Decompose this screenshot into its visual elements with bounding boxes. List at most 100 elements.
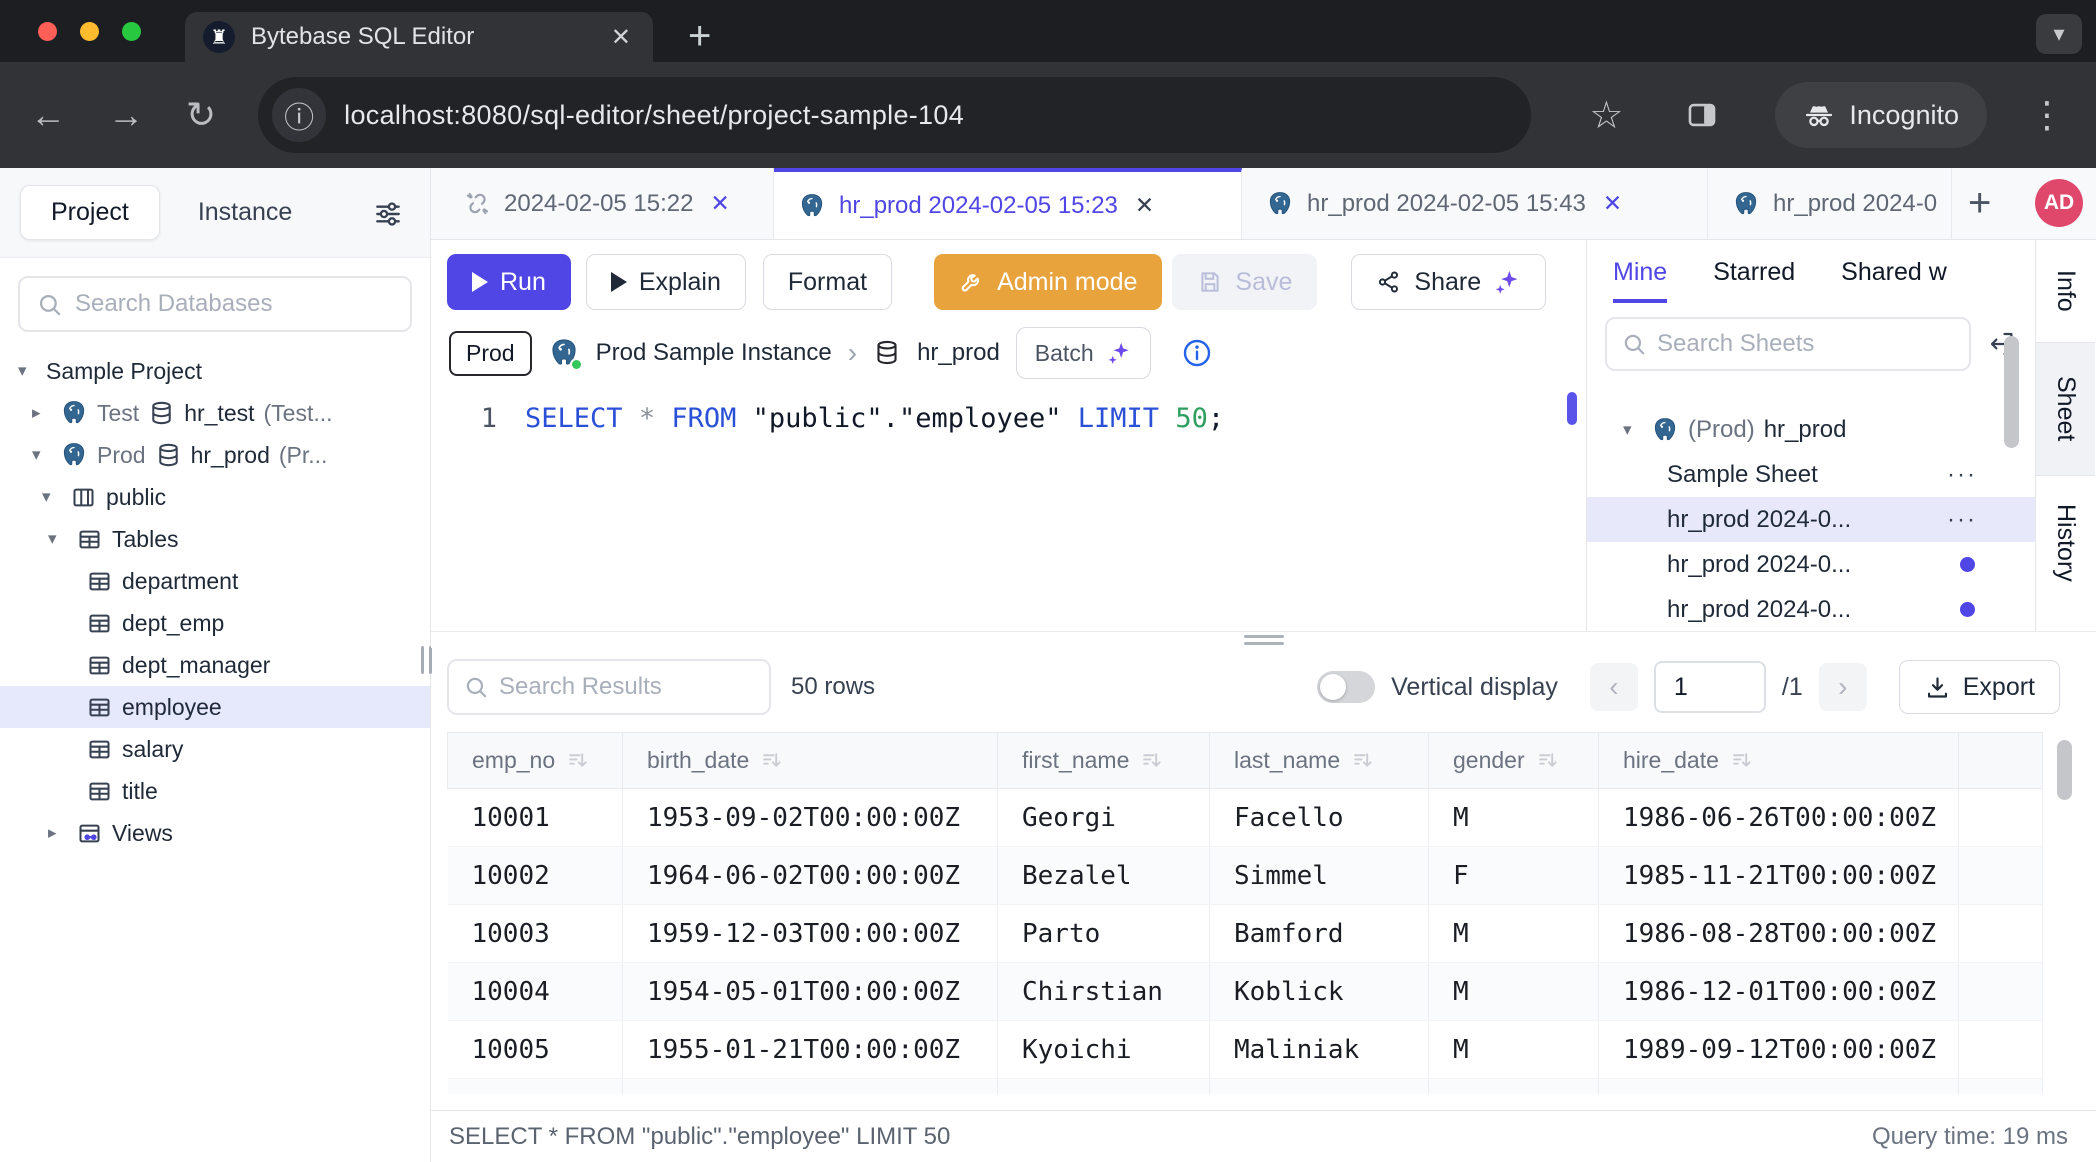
- table-cell[interactable]: 1953-09-02T00:00:00Z: [623, 789, 998, 847]
- tree-item[interactable]: ▾Tables: [0, 518, 430, 560]
- sheet-item[interactable]: hr_prod 2024-0...: [1587, 587, 2035, 631]
- table-cell[interactable]: 1955-01-21T00:00:00Z: [623, 1021, 998, 1079]
- column-header[interactable]: birth_date: [623, 733, 998, 789]
- results-scrollbar-thumb[interactable]: [2057, 740, 2072, 800]
- table-cell[interactable]: M: [1429, 963, 1599, 1021]
- search-sheets-input[interactable]: [1657, 330, 1955, 358]
- table-cell[interactable]: Bezalel: [998, 847, 1210, 905]
- column-header[interactable]: gender: [1429, 733, 1599, 789]
- connection-info-icon[interactable]: [1181, 337, 1213, 369]
- next-page-button[interactable]: ›: [1819, 663, 1867, 711]
- sql-editor[interactable]: 1 SELECT * FROM "public"."employee" LIMI…: [431, 389, 1586, 434]
- table-cell[interactable]: 1986-12-01T00:00:00Z: [1599, 963, 1959, 1021]
- results-resize-divider[interactable]: [431, 632, 2096, 648]
- table-cell[interactable]: 1985-11-21T00:00:00Z: [1599, 847, 1959, 905]
- user-avatar[interactable]: AD: [2035, 179, 2083, 227]
- tree-item[interactable]: employee: [0, 686, 430, 728]
- close-tab-icon[interactable]: ✕: [1599, 188, 1626, 219]
- table-cell[interactable]: Parto: [998, 905, 1210, 963]
- prev-page-button[interactable]: ‹: [1590, 663, 1638, 711]
- table-cell[interactable]: 1986-08-28T00:00:00Z: [1599, 905, 1959, 963]
- site-info-icon[interactable]: ⓘ: [272, 88, 326, 142]
- table-cell[interactable]: Preusig: [1210, 1079, 1429, 1095]
- tree-item[interactable]: salary: [0, 728, 430, 770]
- table-cell[interactable]: 1989-06-02T00:00:00Z: [1599, 1079, 1959, 1095]
- editor-tab[interactable]: hr_prod 2024-0: [1708, 168, 1952, 239]
- chevron-down-icon[interactable]: ▾: [48, 529, 76, 549]
- database-name[interactable]: hr_prod: [917, 339, 1000, 367]
- chevron-down-icon[interactable]: ▾: [18, 361, 46, 381]
- search-results-input[interactable]: [499, 673, 755, 701]
- address-bar[interactable]: ⓘ localhost:8080/sql-editor/sheet/projec…: [258, 77, 1531, 153]
- search-sheets-box[interactable]: [1605, 317, 1971, 371]
- ai-sparkle-icon[interactable]: [1493, 268, 1521, 296]
- bookmark-star-icon[interactable]: ☆: [1589, 93, 1623, 138]
- editor-tab[interactable]: hr_prod 2024-02-05 15:43✕: [1242, 168, 1708, 239]
- table-cell[interactable]: 1954-05-01T00:00:00Z: [623, 963, 998, 1021]
- chevron-right-icon[interactable]: ▸: [48, 823, 76, 843]
- back-icon[interactable]: ←: [30, 97, 66, 133]
- table-cell[interactable]: Koblick: [1210, 963, 1429, 1021]
- close-tab-icon[interactable]: ✕: [1131, 190, 1158, 221]
- table-cell[interactable]: 1989-09-12T00:00:00Z: [1599, 1021, 1959, 1079]
- batch-button[interactable]: Batch: [1016, 327, 1151, 379]
- table-cell[interactable]: Kyoichi: [998, 1021, 1210, 1079]
- sort-icon[interactable]: [1731, 750, 1752, 771]
- add-sheet-button[interactable]: +: [1968, 181, 1991, 226]
- table-cell[interactable]: M: [1429, 1021, 1599, 1079]
- sheet-menu-icon[interactable]: ···: [1947, 461, 1977, 489]
- table-cell[interactable]: 10003: [448, 905, 623, 963]
- close-window-button[interactable]: [38, 22, 57, 41]
- tree-item[interactable]: dept_emp: [0, 602, 430, 644]
- table-cell[interactable]: Bamford: [1210, 905, 1429, 963]
- table-cell[interactable]: 10001: [448, 789, 623, 847]
- column-header[interactable]: last_name: [1210, 733, 1429, 789]
- tree-item[interactable]: department: [0, 560, 430, 602]
- column-header[interactable]: hire_date: [1599, 733, 1959, 789]
- format-button[interactable]: Format: [763, 254, 892, 310]
- share-button[interactable]: Share: [1351, 254, 1546, 310]
- tab-mine[interactable]: Mine: [1613, 258, 1667, 303]
- sheet-menu-icon[interactable]: ···: [1947, 506, 1977, 534]
- tree-item[interactable]: ▸Testhr_test(Test...: [0, 392, 430, 434]
- sheet-item[interactable]: Sample Sheet···: [1587, 452, 2035, 497]
- sheet-group[interactable]: ▾(Prod) hr_prod: [1587, 407, 2035, 452]
- table-cell[interactable]: 1986-06-26T00:00:00Z: [1599, 789, 1959, 847]
- sort-icon[interactable]: [1537, 750, 1558, 771]
- column-header[interactable]: emp_no: [448, 733, 623, 789]
- search-databases-input[interactable]: [75, 290, 394, 318]
- table-cell[interactable]: M: [1429, 905, 1599, 963]
- export-button[interactable]: Export: [1899, 660, 2060, 714]
- table-cell[interactable]: 10006: [448, 1079, 623, 1095]
- table-cell[interactable]: Maliniak: [1210, 1021, 1429, 1079]
- table-cell[interactable]: 10005: [448, 1021, 623, 1079]
- chevron-down-icon[interactable]: ▾: [42, 487, 70, 507]
- tab-instance[interactable]: Instance: [198, 198, 293, 227]
- editor-tab[interactable]: 2024-02-05 15:22✕: [440, 168, 774, 239]
- page-number-input[interactable]: [1654, 661, 1766, 713]
- forward-icon[interactable]: →: [108, 97, 144, 133]
- explain-button[interactable]: Explain: [586, 254, 746, 310]
- browser-menu-icon[interactable]: ⋮: [2029, 94, 2066, 136]
- sheet-list-scrollbar-thumb[interactable]: [2004, 336, 2019, 448]
- tree-item[interactable]: ▾Sample Project: [0, 350, 430, 392]
- table-cell[interactable]: F: [1429, 1079, 1599, 1095]
- chevron-right-icon[interactable]: ▸: [32, 403, 60, 423]
- rail-tab-sheet[interactable]: Sheet: [2036, 342, 2095, 476]
- side-panel-icon[interactable]: [1685, 98, 1719, 132]
- admin-mode-button[interactable]: Admin mode: [934, 254, 1162, 310]
- table-cell[interactable]: 10004: [448, 963, 623, 1021]
- tab-shared-with-me[interactable]: Shared w: [1841, 258, 1947, 303]
- sort-icon[interactable]: [1352, 750, 1373, 771]
- chevron-down-icon[interactable]: ▾: [1623, 420, 1651, 440]
- resize-grip-icon[interactable]: [1244, 635, 1284, 645]
- sort-icon[interactable]: [761, 750, 782, 771]
- rail-tab-history[interactable]: History: [2036, 476, 2095, 610]
- editor-tab[interactable]: hr_prod 2024-02-05 15:23✕: [774, 168, 1242, 239]
- minimize-window-button[interactable]: [80, 22, 99, 41]
- sort-icon[interactable]: [567, 750, 588, 771]
- tree-item[interactable]: ▾public: [0, 476, 430, 518]
- table-cell[interactable]: 1953-04-20T00:00:00Z: [623, 1079, 998, 1095]
- table-cell[interactable]: 10002: [448, 847, 623, 905]
- tab-search-chevron-icon[interactable]: ▾: [2036, 14, 2082, 54]
